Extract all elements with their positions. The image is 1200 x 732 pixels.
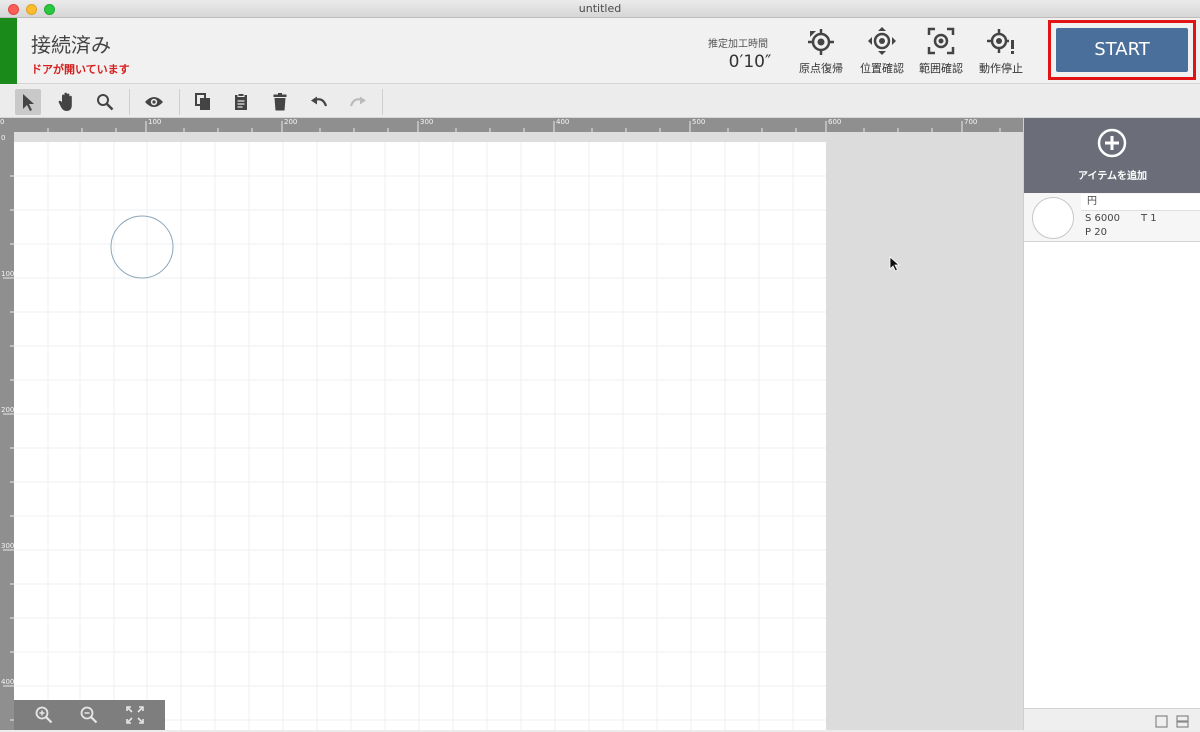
toolbar-divider [179,89,180,115]
position-check-label: 位置確認 [860,62,904,75]
item-speed: S 6000 [1085,213,1120,224]
stop-operation-icon [987,29,1014,54]
split-view-icon [1176,715,1189,728]
fit-screen-button[interactable] [123,704,147,726]
single-view-icon [1155,715,1168,728]
undo-icon [311,96,328,107]
item-times: T 1 [1141,213,1157,224]
door-warning: ドアが開いています [31,63,130,76]
item-power: P 20 [1085,227,1107,238]
start-highlight-frame: START [1048,20,1196,80]
item-name-field[interactable]: 円 [1081,194,1200,211]
title-bar: untitled [0,0,1200,18]
single-view-button[interactable] [1155,713,1169,728]
paste-clipboard-icon [235,93,247,110]
redo-button[interactable] [345,89,371,115]
zoom-search-icon [97,94,114,111]
stop-operation-label: 動作停止 [979,62,1023,75]
copy-icon [195,93,210,110]
fit-screen-icon [126,706,144,724]
zoom-out-button[interactable] [77,704,101,726]
connection-status: 接続済み [31,33,111,57]
estimate-label: 推定加工時間 [708,39,768,50]
toolbar-divider [129,89,130,115]
start-button[interactable]: START [1056,28,1188,72]
zoom-tool-button[interactable] [92,89,118,115]
split-view-button[interactable] [1176,713,1190,728]
delete-trash-icon [273,93,287,111]
origin-return-icon [808,29,834,55]
undo-button[interactable] [306,89,332,115]
add-circle-icon [1097,128,1127,158]
preview-button[interactable] [141,89,167,115]
zoom-in-icon [35,706,53,724]
add-item-label: アイテムを追加 [1078,171,1147,182]
window-title: untitled [578,2,622,15]
range-check-icon [927,27,955,55]
work-area-margin [14,132,826,142]
redo-icon [349,96,366,107]
copy-button[interactable] [190,89,216,115]
item-thumbnail [1032,197,1074,239]
add-item-button[interactable]: アイテムを追加 [1024,118,1200,193]
connection-indicator [0,18,17,84]
select-arrow-icon [23,94,34,111]
position-check-button[interactable]: 位置確認 [855,26,909,78]
range-check-button[interactable]: 範囲確認 [914,26,968,78]
mouse-cursor-icon [889,256,901,272]
stop-operation-button[interactable]: 動作停止 [974,26,1028,78]
paste-button[interactable] [228,89,254,115]
work-area[interactable] [14,142,826,730]
header-bar: 接続済み ドアが開いています 推定加工時間 0′10″ 原点復帰 位置確認 範囲… [0,18,1200,84]
estimate-value: 0′10″ [728,52,772,72]
pan-tool-button[interactable] [54,89,80,115]
delete-button[interactable] [267,89,293,115]
origin-return-label: 原点復帰 [799,62,843,75]
app-window: untitled 接続済み ドアが開いています 推定加工時間 0′10″ 原点復… [0,0,1200,730]
zoom-controls [14,700,165,730]
zoom-in-button[interactable] [32,704,56,726]
item-panel: アイテムを追加 円 S 6000 T 1 P 20 [1023,118,1200,730]
hand-pan-icon [58,92,72,111]
origin-return-button[interactable]: 原点復帰 [794,26,848,78]
toolbar-divider [382,89,383,115]
select-tool-button[interactable] [15,89,41,115]
grid [14,142,826,730]
work-canvas-area[interactable]: 0 100 200 300 400 500 600 700 0 100 200 … [0,118,1023,730]
list-item[interactable]: 円 S 6000 T 1 P 20 [1024,193,1200,242]
zoom-out-icon [80,706,98,724]
toolbar [0,85,1200,118]
circle-shape[interactable] [110,215,174,279]
preview-eye-icon [145,97,163,107]
panel-footer [1024,708,1200,730]
range-check-label: 範囲確認 [919,62,963,75]
position-check-icon [868,27,896,55]
